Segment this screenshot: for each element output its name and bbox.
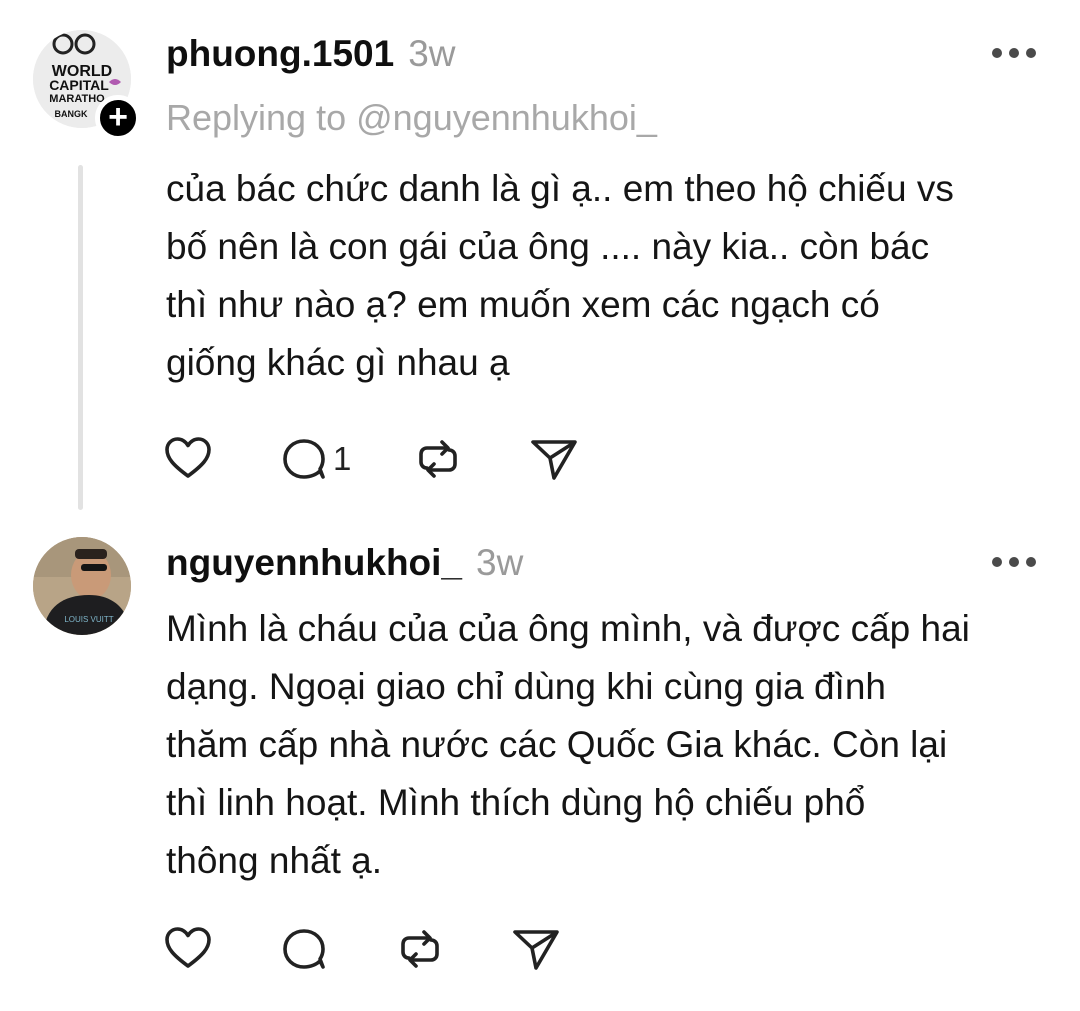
action-bar: 1 — [163, 434, 579, 484]
username[interactable]: nguyennhukhoi_ 3w — [166, 542, 523, 584]
timestamp: 3w — [476, 542, 524, 583]
action-bar — [163, 924, 561, 974]
svg-text:BANGK: BANGK — [55, 109, 88, 119]
reply-post: LOUIS VUITT nguyennhukhoi_ 3w Mình là chá… — [0, 512, 1080, 1011]
heart-icon[interactable] — [163, 924, 213, 974]
send-icon[interactable] — [529, 434, 579, 484]
timestamp: 3w — [408, 33, 456, 74]
post-text: của bác chức danh là gì ạ.. em theo hộ c… — [166, 168, 954, 383]
comment-bubble-icon[interactable] — [279, 434, 329, 484]
heart-icon[interactable] — [163, 434, 213, 484]
profile-photo-avatar: LOUIS VUITT — [33, 537, 131, 635]
username[interactable]: phuong.1501 3w — [166, 33, 456, 75]
follow-plus-icon[interactable]: + — [95, 95, 141, 141]
comment-bubble-icon[interactable] — [279, 924, 329, 974]
comment-count: 1 — [333, 440, 352, 477]
avatar[interactable]: LOUIS VUITT — [33, 537, 131, 635]
more-dots-icon[interactable] — [992, 47, 1036, 59]
svg-text:MARATHO: MARATHO — [49, 93, 105, 105]
reply-post: WORLD CAPITAL MARATHO BANGK + phuong.150… — [0, 0, 1080, 512]
thread-line — [78, 165, 83, 510]
post-text: Mình là cháu của của ông mình, và được c… — [166, 608, 970, 881]
send-icon[interactable] — [511, 924, 561, 974]
more-dots-icon[interactable] — [992, 556, 1036, 568]
repost-icon[interactable] — [413, 434, 463, 484]
repost-icon[interactable] — [395, 924, 445, 974]
replying-to-label[interactable]: Replying to @nguyennhukhoi_ — [166, 97, 657, 139]
svg-text:LOUIS VUITT: LOUIS VUITT — [64, 615, 113, 624]
svg-text:CAPITAL: CAPITAL — [49, 77, 109, 93]
